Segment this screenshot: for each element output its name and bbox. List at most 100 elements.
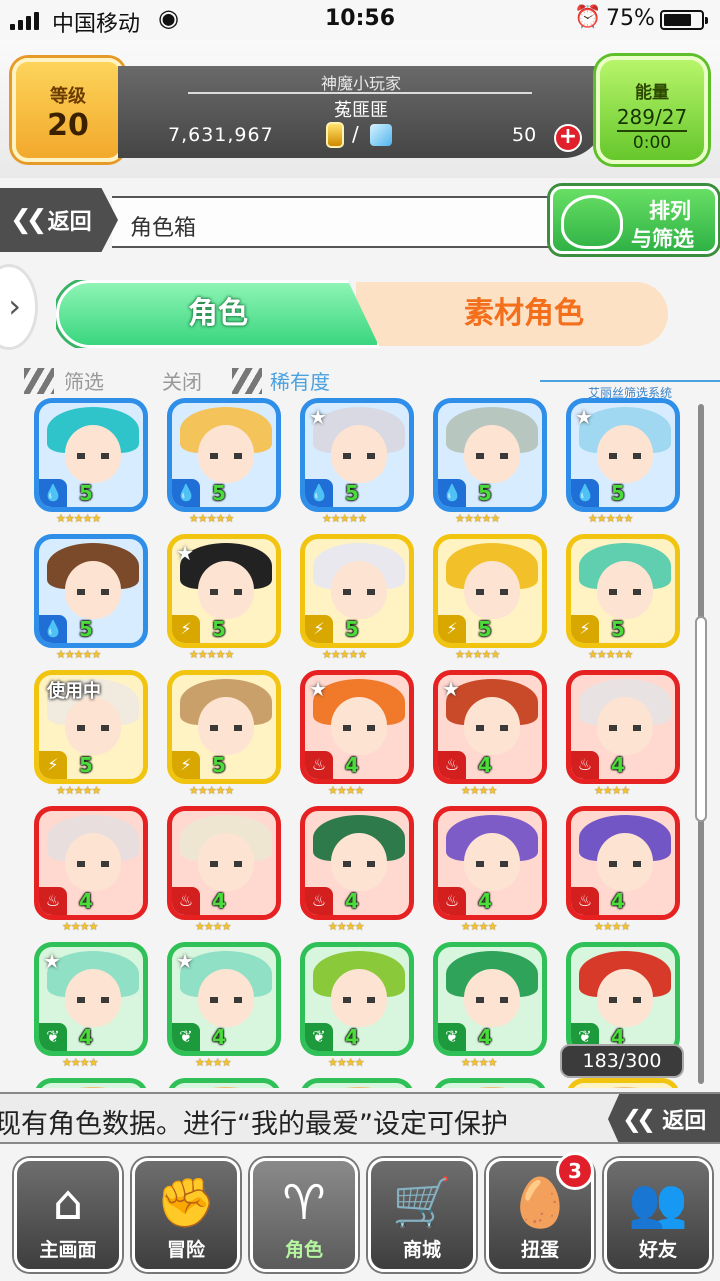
divider bbox=[540, 380, 720, 382]
tab-material-characters[interactable]: 素材角色 bbox=[356, 282, 668, 346]
character-card[interactable]: ⚡ 5 bbox=[433, 534, 547, 648]
character-card[interactable]: ♨ 4 bbox=[566, 806, 680, 920]
scrollbar-thumb[interactable] bbox=[695, 616, 707, 822]
friends-icon: 👥 bbox=[628, 1175, 688, 1231]
character-level: 5 bbox=[611, 481, 625, 505]
level-label: 等级 bbox=[50, 86, 86, 107]
gold-amount: 7,631,967 bbox=[168, 124, 274, 146]
character-card[interactable]: ⚡ 5 ★ bbox=[167, 534, 281, 648]
back-button[interactable]: ❮❮ 返回 bbox=[0, 188, 118, 252]
category-tabs: 素材角色 角色 bbox=[56, 280, 672, 350]
thunder-element-icon: ⚡ bbox=[571, 615, 599, 643]
character-hair bbox=[180, 1087, 272, 1088]
character-card[interactable]: ❦ bbox=[34, 1078, 148, 1088]
cart-icon: 🛒 bbox=[392, 1175, 452, 1231]
page-title: 角色箱 bbox=[130, 216, 197, 241]
character-card[interactable]: ♨ 4 bbox=[167, 806, 281, 920]
wood-element-icon: ❦ bbox=[39, 1023, 67, 1051]
sort-filter-button[interactable]: 排列 与筛选 bbox=[550, 186, 718, 254]
character-card[interactable]: ♨ 4 bbox=[433, 806, 547, 920]
rarity-stars: ★★★★★ bbox=[189, 512, 234, 525]
filter-criteria[interactable]: 稀有度 bbox=[270, 366, 330, 395]
character-hair bbox=[313, 1087, 405, 1088]
character-eyes bbox=[476, 997, 508, 1003]
character-card[interactable]: ❦ bbox=[300, 1078, 414, 1088]
character-card[interactable]: ♨ 4 bbox=[566, 670, 680, 784]
rarity-stars: ★★★★ bbox=[461, 784, 497, 797]
character-card[interactable]: 💧 5 ★ bbox=[566, 398, 680, 512]
rarity-stars: ★★★★ bbox=[62, 1056, 98, 1069]
character-eyes bbox=[210, 589, 242, 595]
character-level: 4 bbox=[79, 889, 93, 913]
in-use-label: 使用中 bbox=[47, 681, 101, 702]
character-card[interactable]: 💧 5 ★ bbox=[300, 398, 414, 512]
character-card[interactable]: ⚡ bbox=[566, 1078, 680, 1088]
character-card[interactable]: 💧 5 bbox=[34, 534, 148, 648]
character-card[interactable]: 💧 5 bbox=[34, 398, 148, 512]
level-badge: 等级 20 bbox=[12, 58, 124, 162]
character-card[interactable]: ♨ 4 bbox=[300, 806, 414, 920]
tab-characters[interactable]: 角色 bbox=[56, 280, 380, 348]
favorite-star-icon: ★ bbox=[309, 405, 327, 429]
character-level: 5 bbox=[79, 481, 93, 505]
notification-badge: 3 bbox=[556, 1152, 594, 1190]
rarity-stars: ★★★★★ bbox=[588, 648, 633, 661]
nav-home-button[interactable]: ⌂ 主画面 bbox=[14, 1158, 122, 1272]
character-card[interactable]: ❦ 4 ★ bbox=[34, 942, 148, 1056]
double-chevron-left-icon: ❮❮ bbox=[10, 205, 47, 235]
thunder-element-icon: ⚡ bbox=[172, 751, 200, 779]
gold-icon bbox=[326, 122, 344, 148]
character-grid: 💧 5 ★★★★★ 💧 5 ★★★★★ 💧 5 ★ ★★★★★ 💧 5 ★★★★★ 💧 5 ★ ★★★★★ 💧 5 ★… bbox=[26, 398, 696, 1088]
fire-element-icon: ♨ bbox=[172, 887, 200, 915]
character-eyes bbox=[609, 453, 641, 459]
character-card[interactable]: ⚡ 5 bbox=[300, 534, 414, 648]
nav-label: 冒险 bbox=[166, 1239, 205, 1261]
rarity-stars: ★★★★ bbox=[328, 1056, 364, 1069]
rarity-stars: ★★★★★ bbox=[56, 648, 101, 661]
character-card[interactable]: ⚡ 5 使用中 bbox=[34, 670, 148, 784]
character-eyes bbox=[210, 725, 242, 731]
character-card[interactable]: ❦ 4 ★ bbox=[167, 942, 281, 1056]
filter-label: 筛选 bbox=[64, 370, 104, 394]
character-eyes bbox=[476, 589, 508, 595]
battery-percent: 75% bbox=[606, 6, 655, 31]
character-card[interactable]: ♨ 4 ★ bbox=[433, 670, 547, 784]
character-card[interactable]: ♨ 4 ★ bbox=[300, 670, 414, 784]
character-level: 4 bbox=[212, 889, 226, 913]
character-eyes bbox=[609, 861, 641, 867]
battery-icon bbox=[660, 10, 708, 30]
character-level: 4 bbox=[79, 1025, 93, 1049]
side-panel-toggle[interactable]: › bbox=[0, 264, 38, 350]
character-eyes bbox=[77, 589, 109, 595]
title-field: 角色箱 bbox=[112, 196, 582, 248]
character-level: 4 bbox=[345, 889, 359, 913]
nav-label: 角色 bbox=[284, 1239, 323, 1261]
character-card[interactable]: 💧 5 bbox=[167, 398, 281, 512]
buy-gems-button[interactable]: + bbox=[554, 124, 582, 152]
return-button[interactable]: ❮❮ 返回 bbox=[608, 1094, 720, 1142]
alarm-icon: ⏰ bbox=[574, 5, 602, 30]
character-card[interactable]: ♨ 4 bbox=[34, 806, 148, 920]
filter-bar: 筛选 关闭 稀有度 艾丽丝筛选系统 bbox=[0, 362, 720, 400]
filter-state-toggle[interactable]: 关闭 bbox=[162, 366, 202, 395]
character-eyes bbox=[210, 453, 242, 459]
water-element-icon: 💧 bbox=[39, 479, 67, 507]
handshake-icon: ✊ bbox=[156, 1175, 216, 1231]
character-card[interactable]: ❦ 4 bbox=[566, 942, 680, 1056]
character-card[interactable]: ❦ bbox=[433, 1078, 547, 1088]
rarity-stars: ★★★★★ bbox=[455, 648, 500, 661]
nav-cart-button[interactable]: 🛒 商城 bbox=[368, 1158, 476, 1272]
character-hair bbox=[47, 1087, 139, 1088]
rarity-stars: ★★★★★ bbox=[189, 648, 234, 661]
character-card[interactable]: ⚡ 5 bbox=[566, 534, 680, 648]
character-card[interactable]: ❦ bbox=[167, 1078, 281, 1088]
character-eyes bbox=[77, 725, 109, 731]
character-card[interactable]: ❦ 4 bbox=[433, 942, 547, 1056]
nav-friends-button[interactable]: 👥 好友 bbox=[604, 1158, 712, 1272]
character-card[interactable]: 💧 5 bbox=[433, 398, 547, 512]
character-card[interactable]: ❦ 4 bbox=[300, 942, 414, 1056]
character-card[interactable]: ⚡ 5 bbox=[167, 670, 281, 784]
nav-rabbit-button[interactable]: ♈ 角色 bbox=[250, 1158, 358, 1272]
energy-badge[interactable]: 能量 289/27 0:00 bbox=[596, 56, 708, 164]
nav-handshake-button[interactable]: ✊ 冒险 bbox=[132, 1158, 240, 1272]
